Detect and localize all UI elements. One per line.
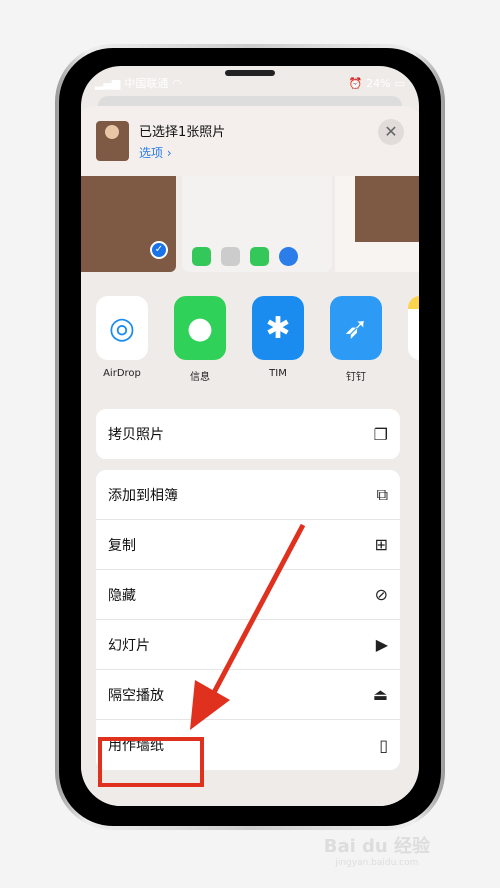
photo-thumbnail: [96, 121, 129, 161]
watermark-brand: Bai du 经验: [323, 836, 430, 857]
share-header: 已选择1张照片 选项 › ✕: [81, 106, 419, 176]
options-link[interactable]: 选项 ›: [139, 144, 225, 161]
close-button[interactable]: ✕: [378, 119, 404, 145]
watermark-url: jingyan.baidu.com: [335, 858, 419, 868]
selection-title: 已选择1张照片: [139, 125, 226, 140]
watermark: Bai du 经验 jingyan.baidu.com: [324, 832, 430, 868]
